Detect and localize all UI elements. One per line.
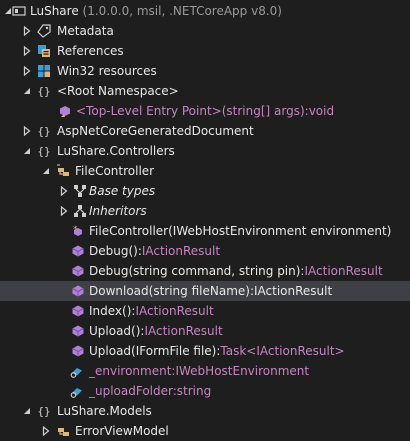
expand-arrow-icon[interactable] xyxy=(22,41,32,61)
win32-resources-icon xyxy=(37,64,51,78)
tree-node-models-namespace[interactable]: {} LuShare.Models xyxy=(0,401,410,421)
method-return-type: IActionResult xyxy=(254,284,333,298)
tree-node-assembly[interactable]: LuShare (1.0.0.0, msil, .NETCoreApp v8.0… xyxy=(0,1,410,21)
generated-document-label: AspNetCoreGeneratedDocument xyxy=(57,124,254,138)
tree-node-references[interactable]: References xyxy=(0,41,410,61)
tree-node-method[interactable]: Upload(IFormFile file):Task<IActionResul… xyxy=(0,341,410,361)
expand-arrow-icon[interactable] xyxy=(22,21,32,41)
base-types-icon xyxy=(73,184,87,198)
method-return-type: Task<IActionResult> xyxy=(220,344,345,358)
tree-node-root-namespace[interactable]: {} <Root Namespace> xyxy=(0,81,410,101)
tree-node-method[interactable]: Debug(string command, string pin):IActio… xyxy=(0,261,410,281)
private-field-icon xyxy=(70,364,84,378)
svg-text:{}: {} xyxy=(37,405,50,418)
metadata-icon xyxy=(37,24,51,38)
method-icon xyxy=(71,284,85,298)
references-icon xyxy=(37,44,51,58)
svg-text:{}: {} xyxy=(37,145,50,158)
tree-node-entry-point[interactable]: <Top-Level Entry Point>(string[] args):v… xyxy=(0,101,410,121)
file-controller-label: FileController xyxy=(75,164,155,178)
constructor-label: FileController(IWebHostEnvironment envir… xyxy=(89,224,392,238)
tree-node-win32-resources[interactable]: Win32 resources xyxy=(0,61,410,81)
error-view-model-label: ErrorViewModel xyxy=(75,424,169,438)
method-icon xyxy=(71,324,85,338)
tree-node-method[interactable]: Upload():IActionResult xyxy=(0,321,410,341)
collapse-arrow-icon[interactable] xyxy=(22,141,32,161)
tree-node-metadata[interactable]: Metadata xyxy=(0,21,410,41)
tree-node-method-selected[interactable]: Download(string fileName):IActionResult xyxy=(0,281,410,301)
class-icon xyxy=(56,424,70,438)
class-icon xyxy=(56,164,70,178)
expand-arrow-icon[interactable] xyxy=(59,201,69,221)
win32-resources-label: Win32 resources xyxy=(57,64,157,78)
collapse-arrow-icon[interactable] xyxy=(22,401,32,421)
method-name: Upload(IFormFile file): xyxy=(89,344,221,358)
tree-node-controllers-namespace[interactable]: {} LuShare.Controllers xyxy=(0,141,410,161)
namespace-icon: {} xyxy=(37,144,51,158)
namespace-icon: {} xyxy=(37,84,51,98)
static-method-icon xyxy=(58,104,72,118)
method-icon xyxy=(71,264,85,278)
field-label: _environment:IWebHostEnvironment xyxy=(89,364,310,378)
metadata-label: Metadata xyxy=(57,24,114,38)
assembly-info: (1.0.0.0, msil, .NETCoreApp v8.0) xyxy=(82,4,282,18)
method-icon xyxy=(71,304,85,318)
expand-arrow-icon[interactable] xyxy=(41,421,51,441)
method-name: Debug(string command, string pin): xyxy=(89,264,305,278)
base-types-label: Base types xyxy=(89,184,156,198)
expand-arrow-icon[interactable] xyxy=(22,121,32,141)
method-name: Index(): xyxy=(89,304,136,318)
private-field-icon xyxy=(70,384,84,398)
assembly-name: LuShare xyxy=(30,4,79,18)
method-name: Upload(): xyxy=(89,324,145,338)
method-name: Download(string fileName): xyxy=(89,284,254,298)
tree-node-generated-document[interactable]: {} AspNetCoreGeneratedDocument xyxy=(0,121,410,141)
method-name: Debug(): xyxy=(89,244,142,258)
expand-arrow-icon[interactable] xyxy=(59,181,69,201)
collapse-arrow-icon[interactable] xyxy=(22,81,32,101)
references-label: References xyxy=(57,44,124,58)
tree-node-method[interactable]: Debug():IActionResult xyxy=(0,241,410,261)
collapse-arrow-icon[interactable] xyxy=(41,161,51,181)
method-icon xyxy=(71,344,85,358)
tree-node-base-types[interactable]: Base types xyxy=(0,181,410,201)
tree-node-field[interactable]: _uploadFolder:string xyxy=(0,381,410,401)
assembly-explorer-tree: LuShare (1.0.0.0, msil, .NETCoreApp v8.0… xyxy=(0,0,410,441)
tree-node-error-view-model[interactable]: ErrorViewModel xyxy=(0,421,410,441)
constructor-icon: * xyxy=(70,224,84,238)
namespace-icon: {} xyxy=(37,124,51,138)
method-icon xyxy=(71,244,85,258)
method-return-type: IActionResult xyxy=(304,264,383,278)
expand-arrow-icon[interactable] xyxy=(22,61,32,81)
root-namespace-label: <Root Namespace> xyxy=(57,84,179,98)
svg-text:{}: {} xyxy=(37,85,50,98)
assembly-icon xyxy=(12,4,26,18)
tree-node-field[interactable]: _environment:IWebHostEnvironment xyxy=(0,361,410,381)
svg-text:{}: {} xyxy=(37,125,50,138)
tree-node-method[interactable]: Index():IActionResult xyxy=(0,301,410,321)
models-namespace-label: LuShare.Models xyxy=(57,404,152,418)
method-return-type: IActionResult xyxy=(144,324,223,338)
tree-node-constructor[interactable]: * FileController(IWebHostEnvironment env… xyxy=(0,221,410,241)
namespace-icon: {} xyxy=(37,404,51,418)
inheritors-icon xyxy=(73,204,87,218)
tree-node-file-controller[interactable]: FileController xyxy=(0,161,410,181)
controllers-namespace-label: LuShare.Controllers xyxy=(57,144,175,158)
field-label: _uploadFolder:string xyxy=(89,384,212,398)
tree-node-inheritors[interactable]: Inheritors xyxy=(0,201,410,221)
assembly-label: LuShare (1.0.0.0, msil, .NETCoreApp v8.0… xyxy=(30,1,282,21)
inheritors-label: Inheritors xyxy=(89,204,147,218)
entry-point-label: <Top-Level Entry Point>(string[] args):v… xyxy=(76,104,335,118)
method-return-type: IActionResult xyxy=(141,244,221,258)
method-return-type: IActionResult xyxy=(135,304,214,318)
